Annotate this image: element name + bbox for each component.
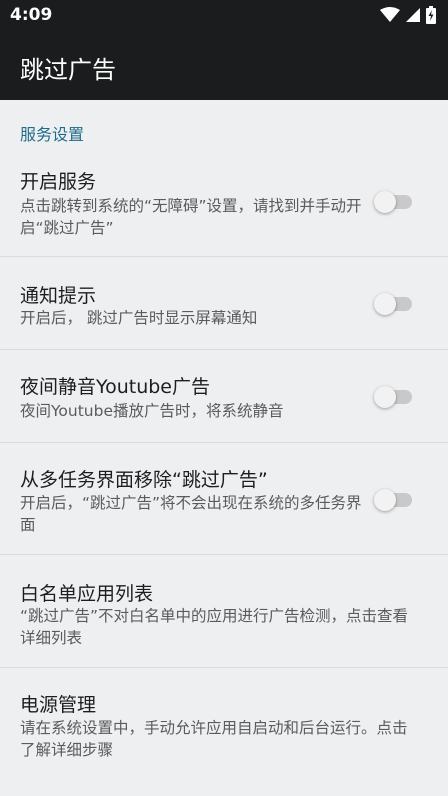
- notification-switch[interactable]: [374, 291, 414, 315]
- pref-hide-from-recents[interactable]: 从多任务界面移除“跳过广告” 开启后，“跳过广告”将不会出现在系统的多任务界面: [0, 443, 448, 554]
- hide-from-recents-switch[interactable]: [374, 487, 414, 511]
- pref-title: 开启服务: [20, 171, 97, 193]
- cell-signal-icon: [406, 8, 420, 22]
- app-title: 跳过广告: [20, 56, 116, 84]
- pref-summary: 夜间Youtube播放广告时，将系统静音: [20, 402, 284, 420]
- pref-mute-youtube[interactable]: 夜间静音Youtube广告 夜间Youtube播放广告时，将系统静音: [0, 350, 448, 442]
- pref-summary: 点击跳转到系统的“无障碍”设置，请找到并手动开启“跳过广告”: [20, 197, 362, 237]
- pref-summary: 开启后，“跳过广告”将不会出现在系统的多任务界面: [20, 494, 362, 534]
- pref-summary: 请在系统设置中，手动允许应用自启动和后台运行。点击了解详细步骤: [20, 719, 408, 759]
- battery-icon: [426, 6, 436, 24]
- enable-service-switch[interactable]: [374, 189, 414, 213]
- section-header-service-settings: 服务设置: [20, 125, 85, 144]
- status-bar: 4:09: [0, 0, 448, 30]
- pref-title: 电源管理: [20, 694, 97, 716]
- pref-summary: 开启后， 跳过广告时显示屏幕通知: [20, 309, 258, 327]
- pref-title: 夜间静音Youtube广告: [20, 376, 210, 398]
- switch-thumb: [374, 191, 396, 213]
- pref-title: 从多任务界面移除“跳过广告”: [20, 469, 268, 491]
- app-bar: 跳过广告: [0, 30, 448, 100]
- pref-notification[interactable]: 通知提示 开启后， 跳过广告时显示屏幕通知: [0, 257, 448, 349]
- pref-title: 通知提示: [20, 285, 97, 307]
- pref-title: 白名单应用列表: [20, 583, 154, 605]
- status-time: 4:09: [10, 5, 53, 25]
- status-icons: [380, 5, 436, 25]
- switch-thumb: [374, 386, 396, 408]
- wifi-icon: [380, 7, 400, 22]
- pref-summary: “跳过广告”不对白名单中的应用进行广告检测，点击查看详细列表: [20, 607, 409, 647]
- pref-power-management[interactable]: 电源管理 请在系统设置中，手动允许应用自启动和后台运行。点击了解详细步骤: [0, 668, 448, 780]
- pref-enable-service[interactable]: 开启服务 点击跳转到系统的“无障碍”设置，请找到并手动开启“跳过广告”: [0, 155, 448, 256]
- mute-youtube-switch[interactable]: [374, 384, 414, 408]
- switch-thumb: [374, 489, 396, 511]
- pref-whitelist[interactable]: 白名单应用列表 “跳过广告”不对白名单中的应用进行广告检测，点击查看详细列表: [0, 555, 448, 667]
- switch-thumb: [374, 293, 396, 315]
